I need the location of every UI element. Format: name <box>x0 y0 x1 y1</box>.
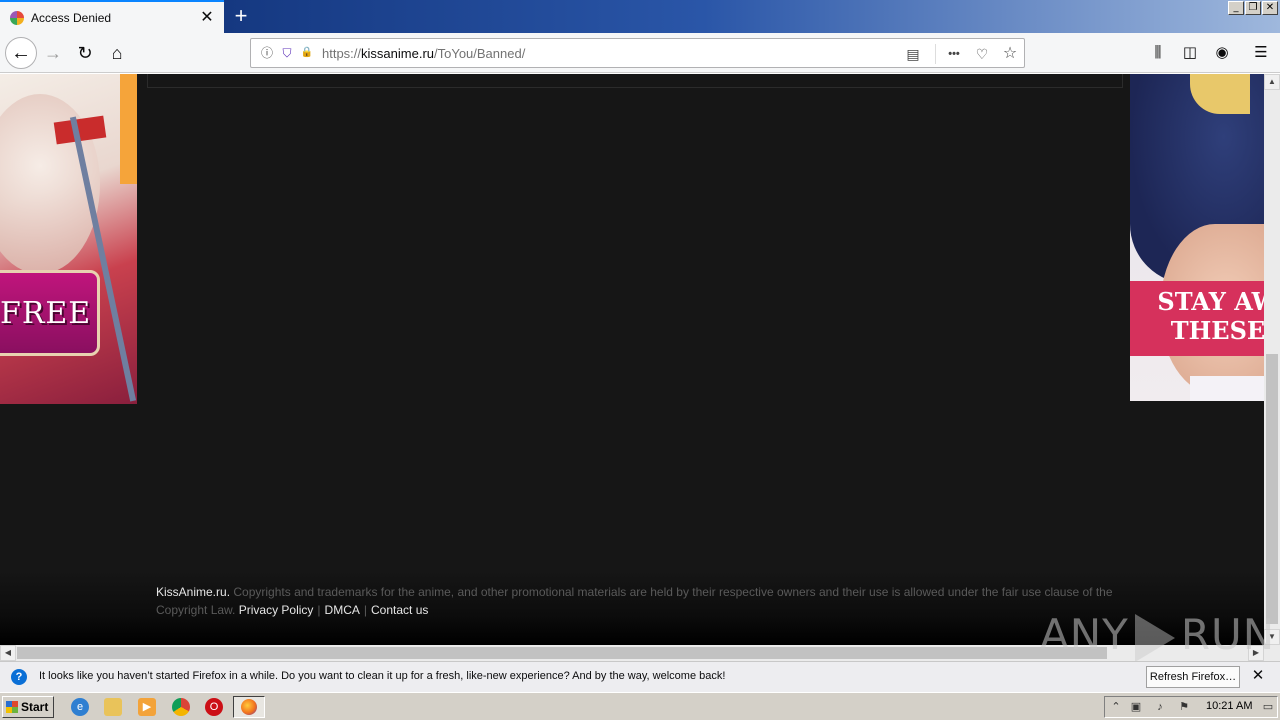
privacy-policy-link[interactable]: Privacy Policy <box>239 603 314 617</box>
firefox-taskbar-button[interactable] <box>233 696 265 718</box>
page-actions-icon[interactable]: ••• <box>943 43 965 65</box>
library-icon[interactable]: ⫼ <box>1146 41 1170 65</box>
refresh-firefox-button[interactable]: Refresh Firefox… <box>1146 666 1240 688</box>
pocket-icon[interactable]: ♡ <box>971 43 993 65</box>
tray-expand-icon[interactable]: ⌃ <box>1109 700 1123 714</box>
url-text[interactable]: https://kissanime.ru/ToYou/Banned/ <box>322 46 525 61</box>
home-button[interactable]: ⌂ <box>103 39 131 67</box>
reader-view-icon[interactable]: ▤ <box>902 43 924 65</box>
watermark-left: ANY <box>1040 610 1129 659</box>
url-host: kissanime.ru <box>361 46 434 61</box>
notification-close-icon[interactable]: ✕ <box>1249 667 1267 685</box>
url-scheme: https:// <box>322 46 362 61</box>
url-bar[interactable]: ⓘ ⛉ 🔒 https://kissanime.ru/ToYou/Banned/… <box>250 38 1025 68</box>
scroll-left-arrow-icon[interactable]: ◀ <box>0 645 16 661</box>
footer-text: KissAnime.ru. Copyrights and trademarks … <box>156 583 1116 619</box>
ad-free-text: FREE <box>0 296 92 331</box>
notification-message: It looks like you haven’t started Firefo… <box>39 670 726 682</box>
ad-headline-line1: STAY AW <box>1157 287 1264 316</box>
media-player-icon[interactable]: ▶ <box>138 698 156 716</box>
watermark-play-icon <box>1134 613 1175 662</box>
vertical-scroll-thumb[interactable] <box>1266 354 1278 624</box>
bookmark-star-icon[interactable]: ☆ <box>999 43 1021 65</box>
horizontal-scroll-thumb[interactable] <box>17 647 1107 659</box>
ad-character-sock <box>1190 376 1264 401</box>
page-content: FREE STAY AW THESE KissAnime.ru. Copyrig… <box>0 74 1264 645</box>
close-window-button[interactable]: ✕ <box>1262 1 1278 15</box>
system-tray: ⌃ ▣ ♪ ⚑ 10:21 AM ▭ <box>1104 696 1278 718</box>
dmca-link[interactable]: DMCA <box>325 603 360 617</box>
clock[interactable]: 10:21 AM <box>1206 700 1252 712</box>
notification-bar: ? It looks like you haven’t started Fire… <box>0 661 1280 692</box>
site-info-icon[interactable]: ⓘ <box>259 45 275 61</box>
tab-close-icon[interactable]: ✕ <box>196 7 218 29</box>
windows-logo-icon <box>6 701 18 713</box>
title-bar: Access Denied ✕ + _ ❐ ✕ <box>0 0 1280 33</box>
contact-us-link[interactable]: Contact us <box>371 603 428 617</box>
opera-icon[interactable]: O <box>205 698 223 716</box>
footer-separator: | <box>317 603 321 617</box>
content-frame <box>147 74 1123 88</box>
footer-site-name[interactable]: KissAnime.ru. <box>156 585 230 599</box>
account-icon[interactable]: ◉ <box>1210 41 1234 65</box>
volume-icon[interactable]: ♪ <box>1153 700 1167 714</box>
file-explorer-icon[interactable] <box>104 698 122 716</box>
restore-button[interactable]: ❐ <box>1245 1 1261 15</box>
watermark-right: RUN <box>1180 610 1276 659</box>
lock-icon[interactable]: 🔒 <box>299 45 315 61</box>
site-favicon-icon <box>10 10 24 25</box>
start-button[interactable]: Start <box>2 696 54 718</box>
right-ad-banner[interactable]: STAY AW THESE <box>1130 74 1264 401</box>
back-button[interactable]: ← <box>5 37 37 69</box>
menu-icon[interactable]: ☰ <box>1249 41 1273 65</box>
chrome-icon[interactable] <box>172 698 190 716</box>
start-label: Start <box>21 700 49 714</box>
reload-button[interactable]: ↻ <box>71 39 99 67</box>
tab-access-denied[interactable]: Access Denied ✕ <box>0 0 224 33</box>
new-tab-button[interactable]: + <box>228 3 254 29</box>
show-desktop-icon[interactable]: ▭ <box>1261 700 1275 714</box>
ad-art-accent <box>120 74 137 184</box>
action-center-flag-icon[interactable]: ⚑ <box>1177 700 1191 714</box>
firefox-icon <box>241 699 257 715</box>
vertical-scrollbar[interactable]: ▲ ▼ <box>1264 74 1280 645</box>
tab-title: Access Denied <box>31 10 112 25</box>
tracking-protection-icon[interactable]: ⛉ <box>279 45 295 61</box>
minimize-button[interactable]: _ <box>1228 1 1244 15</box>
left-ad-banner[interactable]: FREE <box>0 74 137 404</box>
sidebar-icon[interactable]: ◫ <box>1178 41 1202 65</box>
navigation-toolbar: ← → ↻ ⌂ ⓘ ⛉ 🔒 https://kissanime.ru/ToYou… <box>0 33 1280 73</box>
url-separator <box>935 44 936 64</box>
taskbar: Start e ▶ O ⌃ ▣ ♪ ⚑ 10:21 AM ▭ <box>0 692 1280 720</box>
forward-button[interactable]: → <box>39 39 67 67</box>
internet-explorer-icon[interactable]: e <box>71 698 89 716</box>
network-icon[interactable]: ▣ <box>1129 700 1143 714</box>
anyrun-watermark: ANY RUN <box>1040 610 1275 662</box>
scroll-up-arrow-icon[interactable]: ▲ <box>1264 74 1280 90</box>
footer-separator: | <box>363 603 368 617</box>
ad-headline-line2: THESE <box>1170 316 1264 345</box>
ad-headline: STAY AW THESE <box>1138 287 1264 345</box>
url-path: /ToYou/Banned/ <box>434 46 526 61</box>
question-icon: ? <box>11 669 27 685</box>
